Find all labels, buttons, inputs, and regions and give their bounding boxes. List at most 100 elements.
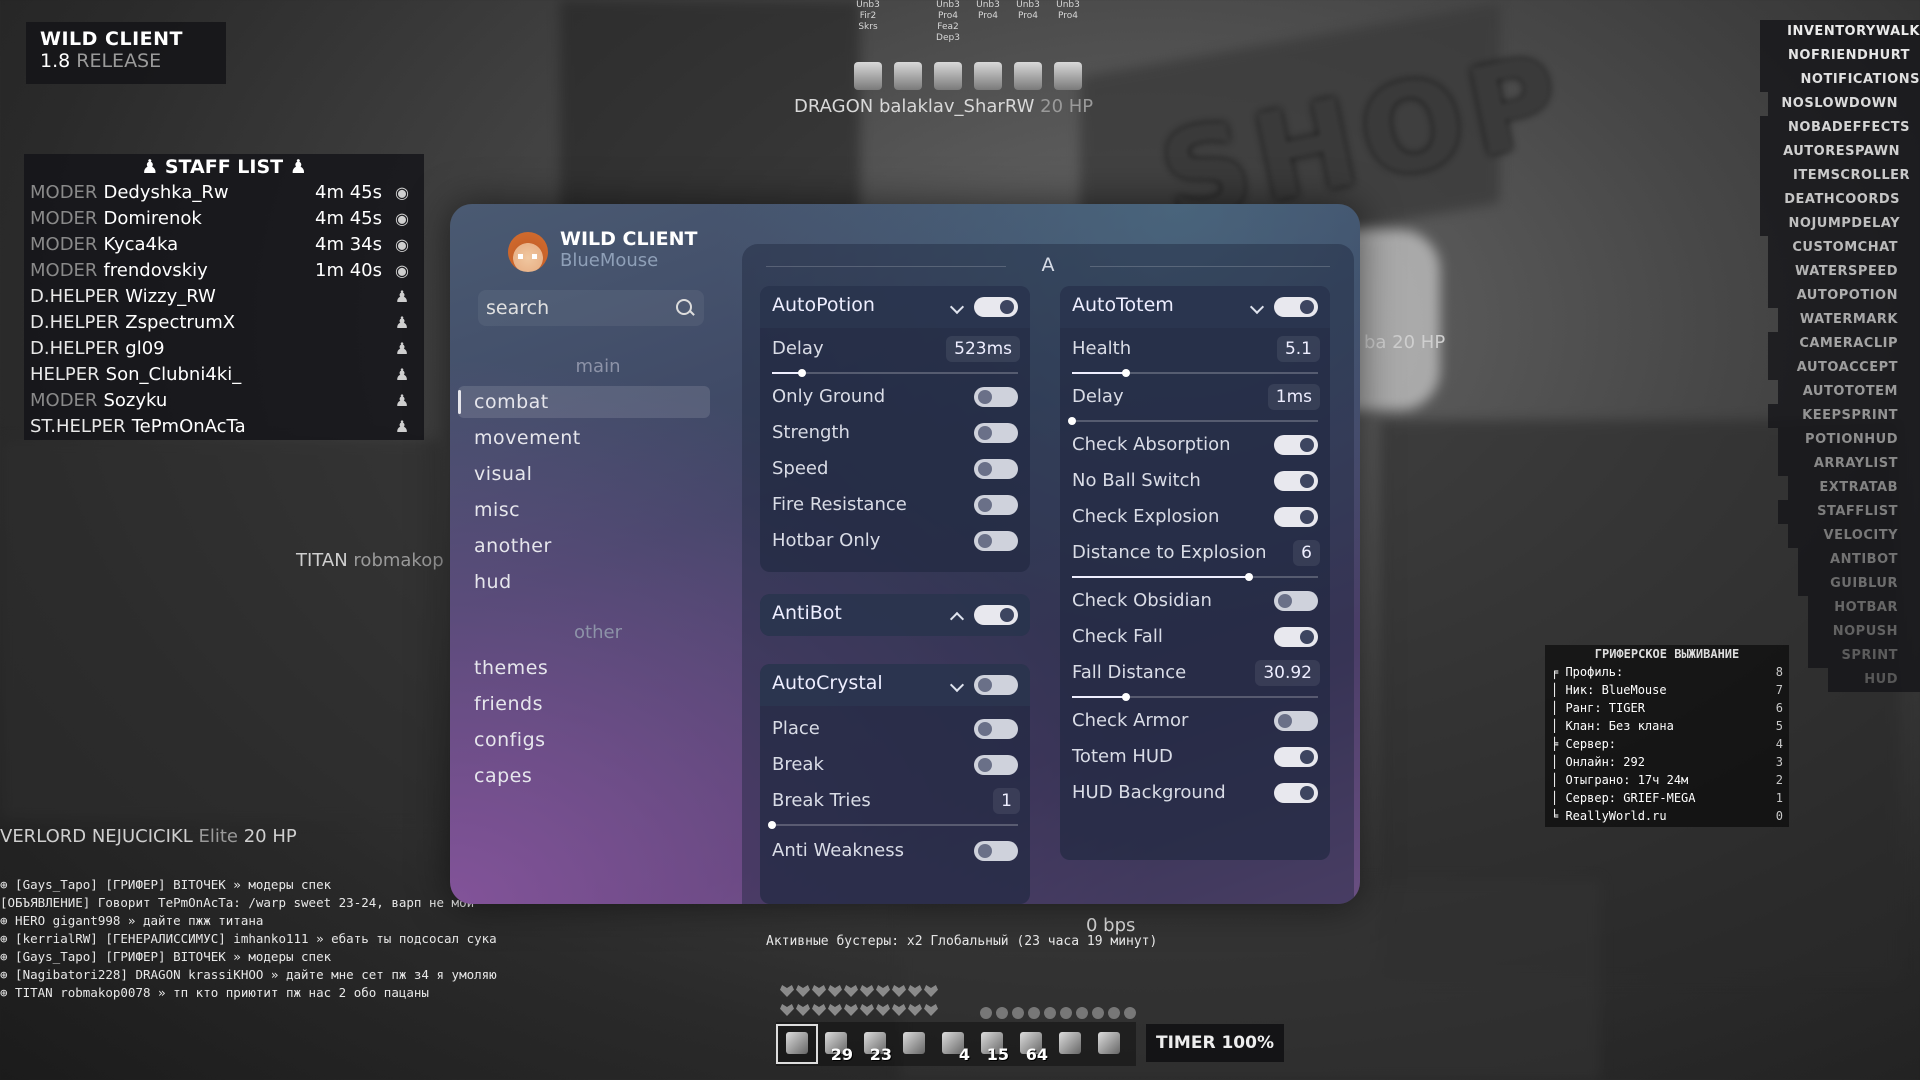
- category-capes[interactable]: capes: [458, 760, 710, 792]
- slider-knob[interactable]: [1068, 417, 1076, 425]
- scoreboard-text: ╒ Профиль:: [1551, 665, 1624, 679]
- search-input[interactable]: [486, 290, 666, 326]
- check-armor-toggle[interactable]: [1274, 711, 1318, 731]
- module-toggle-autocrystal[interactable]: [974, 675, 1018, 695]
- arraylist-item: DEATHCOORDS: [1760, 188, 1920, 212]
- hotbar-slot[interactable]: [776, 1024, 818, 1064]
- heart-icon: [828, 985, 842, 997]
- module-arraylist: INVENTORYWALK NOFRIENDHURT NOTIFICATIONS NO…: [1760, 20, 1920, 692]
- no-ball-switch-toggle[interactable]: [1274, 471, 1318, 491]
- category-another[interactable]: another: [458, 530, 710, 562]
- staff-name: Domirenok: [103, 208, 202, 229]
- arraylist-item: HUD: [1828, 668, 1920, 692]
- hotbar-slot[interactable]: [1090, 1026, 1128, 1062]
- category-configs[interactable]: configs: [458, 724, 710, 756]
- fire-resistance-toggle[interactable]: [974, 495, 1018, 515]
- speed-toggle[interactable]: [974, 459, 1018, 479]
- category-hud[interactable]: hud: [458, 566, 710, 598]
- heart-icon: [812, 985, 826, 997]
- module-header[interactable]: AutoPotion: [760, 286, 1030, 328]
- arraylist-item: AUTORESPAWN: [1760, 140, 1920, 164]
- slider-knob[interactable]: [1245, 573, 1254, 581]
- module-toggle-autopotion[interactable]: [974, 297, 1018, 317]
- client-title: WILD CLIENT: [560, 228, 698, 250]
- fall-distance-slider[interactable]: [1072, 693, 1318, 701]
- category-misc[interactable]: misc: [458, 494, 710, 526]
- chevron-down-icon[interactable]: [1249, 299, 1265, 315]
- scoreboard-text: ╞ Сервер:: [1551, 737, 1617, 751]
- nametag-rank: DRAGON: [794, 96, 874, 117]
- category-themes[interactable]: themes: [458, 652, 710, 684]
- arraylist-item: HOTBAR: [1808, 596, 1920, 620]
- slider-knob[interactable]: [797, 369, 806, 377]
- setting-label: Totem HUD: [1072, 746, 1173, 767]
- hotbar-slot[interactable]: 23: [856, 1026, 894, 1064]
- module-header[interactable]: AntiBot: [760, 594, 1030, 636]
- totem-icon: [894, 62, 922, 90]
- category-visual[interactable]: visual: [458, 458, 710, 490]
- hotbar-slot[interactable]: 4: [934, 1026, 972, 1064]
- staff-time: 4m 45s: [315, 208, 382, 229]
- anti-weakness-toggle[interactable]: [974, 841, 1018, 861]
- check-fall-toggle[interactable]: [1274, 627, 1318, 647]
- totem-hud-toggle[interactable]: [1274, 747, 1318, 767]
- staff-row: MODER Dedyshka_Rw 4m 45s ◉: [24, 180, 424, 206]
- module-header[interactable]: AutoCrystal: [760, 664, 1030, 706]
- arraylist-item: INVENTORYWALK: [1760, 20, 1920, 44]
- module-header[interactable]: AutoTotem: [1060, 286, 1330, 328]
- world-nametag-overlord: VERLORD NEJUCICIKL Elite 20 HP: [0, 826, 297, 847]
- heart-icon: [860, 1004, 874, 1016]
- slider-knob[interactable]: [1122, 369, 1131, 377]
- hotbar-slot[interactable]: 29: [817, 1026, 855, 1064]
- chevron-up-icon[interactable]: [949, 611, 965, 627]
- chevron-down-icon[interactable]: [949, 677, 965, 693]
- category-heading-main: main: [575, 356, 621, 377]
- hunger-icon: [1092, 1007, 1104, 1019]
- check-explosion-toggle[interactable]: [1274, 507, 1318, 527]
- strength-toggle[interactable]: [974, 423, 1018, 443]
- player-nametag: DRAGON balaklav_SharRW 20 HP: [794, 96, 1093, 117]
- module-toggle-autototem[interactable]: [1274, 297, 1318, 317]
- delay-slider[interactable]: [772, 369, 1018, 377]
- check-absorption-toggle[interactable]: [1274, 435, 1318, 455]
- chat-message: ⊕ HERO gigant998 » дайте пжж титана: [0, 913, 264, 928]
- setting-break: Break: [760, 750, 1030, 780]
- arraylist-item: VELOCITY: [1788, 524, 1920, 548]
- hud-background-toggle[interactable]: [1274, 783, 1318, 803]
- search-icon[interactable]: [676, 299, 692, 315]
- staff-name: Wizzy_RW: [125, 286, 216, 307]
- hunger-icon: [1108, 1007, 1120, 1019]
- search-box[interactable]: [478, 290, 704, 326]
- setting-value: 30.92: [1255, 660, 1320, 686]
- category-combat[interactable]: combat: [458, 386, 710, 418]
- category-friends[interactable]: friends: [458, 688, 710, 720]
- hotbar-slot[interactable]: 64: [1012, 1026, 1050, 1064]
- distance-slider[interactable]: [1072, 573, 1318, 581]
- hotbar-only-toggle[interactable]: [974, 531, 1018, 551]
- health-slider[interactable]: [1072, 369, 1318, 377]
- slider-knob[interactable]: [1122, 693, 1131, 701]
- delay-slider[interactable]: [1068, 417, 1318, 425]
- only-ground-toggle[interactable]: [974, 387, 1018, 407]
- version-number: 1.8: [40, 50, 71, 72]
- break-toggle[interactable]: [974, 755, 1018, 775]
- hotbar-slot[interactable]: 15: [973, 1026, 1011, 1064]
- module-toggle-antibot[interactable]: [974, 605, 1018, 625]
- staff-name: gl09: [125, 338, 165, 359]
- chevron-down-icon[interactable]: [949, 299, 965, 315]
- scoreboard-row: │ Клан: Без клана 5: [1551, 717, 1783, 735]
- category-movement[interactable]: movement: [458, 422, 710, 454]
- setting-label: Check Armor: [1072, 710, 1189, 731]
- slider-knob[interactable]: [768, 821, 776, 829]
- check-obsidian-toggle[interactable]: [1274, 591, 1318, 611]
- module-name: AntiBot: [772, 602, 842, 624]
- hotbar-slot[interactable]: [895, 1026, 933, 1062]
- break-tries-slider[interactable]: [768, 821, 1018, 829]
- nametag-rank: TITAN: [296, 550, 348, 571]
- hotbar-slot[interactable]: [1051, 1026, 1089, 1062]
- hunger-icon: [996, 1007, 1008, 1019]
- chat-message: ⊕ [Gays_Tapo] [ГРИФЕР] ВIТОЧЕК » модеры …: [0, 949, 332, 964]
- hunger-icon: [1076, 1007, 1088, 1019]
- person-icon: ♟: [394, 365, 410, 384]
- place-toggle[interactable]: [974, 719, 1018, 739]
